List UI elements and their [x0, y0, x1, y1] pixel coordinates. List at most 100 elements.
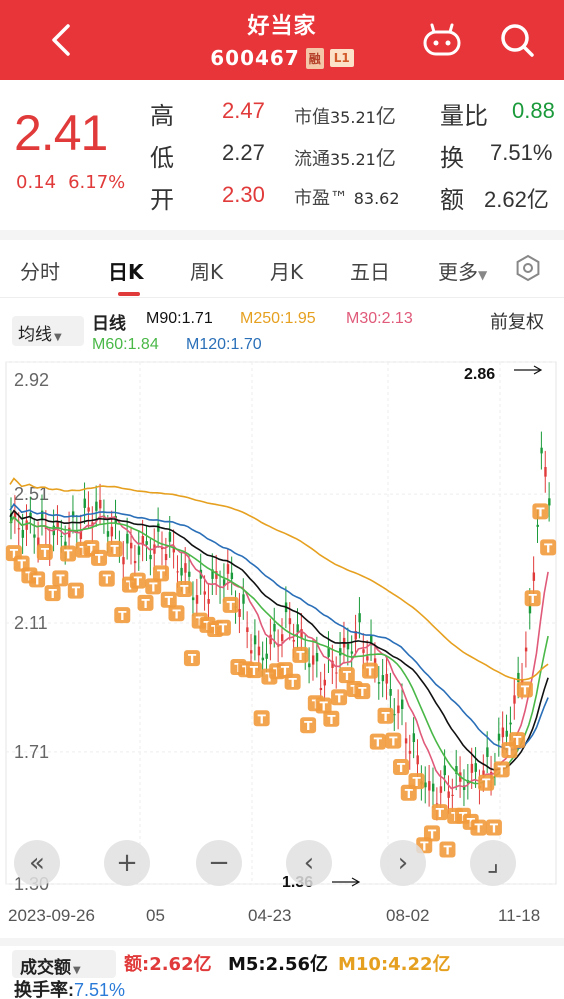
candle-body [126, 533, 129, 544]
volume-indicator-selector[interactable]: 成交额 ▼ [12, 950, 116, 978]
x-tick-3: 04-23 [248, 906, 292, 925]
low-label: 低 [150, 144, 174, 172]
candle-body [308, 663, 311, 668]
candle-body [277, 645, 280, 647]
candle-body [358, 613, 361, 623]
kline-chart[interactable]: 2.922.512.111.711.30TTTTTTTTTTTTTTTTTTTT… [0, 356, 564, 896]
candle-body [203, 591, 206, 595]
zoom-out-far-button[interactable]: « [14, 840, 60, 886]
ma-selector[interactable]: 均线 ▼ [12, 316, 84, 346]
candle-body [273, 623, 276, 632]
search-icon[interactable] [497, 20, 537, 60]
candle-body [87, 507, 90, 512]
tab-more[interactable]: 更多▼ [438, 256, 487, 285]
ma90-value: M90:1.71 [146, 310, 213, 327]
tab-monthly-k[interactable]: 月K [270, 256, 303, 285]
trade-t-label: T [296, 649, 305, 663]
trade-t-label: T [482, 777, 491, 791]
candle-body [447, 791, 450, 798]
candle-body [60, 535, 63, 537]
candle-body [17, 528, 21, 530]
candle-body [428, 781, 431, 791]
candle-body [474, 763, 477, 772]
trade-t-label: T [544, 541, 553, 555]
section-divider [0, 230, 564, 240]
settings-hexagon-icon[interactable] [514, 254, 542, 282]
pan-right-button[interactable]: › [380, 840, 426, 886]
max-price-label: 2.86 [464, 366, 495, 383]
candle-body [532, 572, 536, 581]
tab-daily-k[interactable]: 日K [108, 256, 144, 285]
x-tick-1: 2023-09-26 [8, 906, 95, 925]
ma30-value: M30:2.13 [346, 310, 413, 327]
candle-body [424, 782, 427, 788]
y-tick-label: 2.92 [14, 370, 49, 390]
tab-weekly-k[interactable]: 周K [190, 256, 223, 285]
margin-badge: 融 [305, 47, 324, 69]
ma60-value: M60:1.84 [92, 336, 159, 353]
candle-body [408, 750, 412, 754]
change-percent: 6.17% [68, 172, 126, 193]
candle-body [176, 571, 179, 573]
candle-body [226, 564, 230, 574]
trade-t-label: T [111, 543, 120, 557]
candle-body [168, 532, 172, 542]
candle-body [315, 652, 319, 662]
candle-body [431, 783, 435, 792]
candle-body [106, 531, 110, 537]
candle-body [246, 627, 249, 633]
fullscreen-button[interactable]: ⌟ [470, 840, 516, 886]
tab-five-day[interactable]: 五日 [350, 256, 390, 285]
adjust-mode-button[interactable]: 前复权 [490, 308, 544, 334]
ma250-value: M250:1.95 [240, 310, 316, 327]
stock-code: 600467 [210, 46, 300, 70]
candle-body [33, 534, 36, 538]
candle-body [191, 597, 195, 601]
tab-intraday[interactable]: 分时 [20, 256, 60, 285]
trade-t-label: T [142, 597, 151, 611]
open-label: 开 [150, 186, 174, 214]
trade-t-label: T [382, 710, 391, 724]
candle-body [238, 609, 241, 617]
zoom-out-button[interactable]: − [196, 840, 242, 886]
candle-body [486, 747, 489, 757]
stock-code-line: 600467 融 L1 [0, 46, 564, 70]
candle-body [122, 557, 125, 565]
chevron-down-icon: ▼ [478, 268, 488, 282]
market-cap: 市值35.21亿 [294, 104, 396, 128]
zoom-in-button[interactable]: + [104, 840, 150, 886]
candle-body [145, 541, 148, 545]
trade-t-label: T [358, 685, 367, 699]
trade-t-label: T [521, 683, 530, 697]
candle-body [180, 567, 183, 576]
candle-body [250, 650, 253, 654]
trade-t-label: T [250, 664, 259, 678]
trade-t-label: T [33, 573, 42, 587]
robot-assistant-icon[interactable] [420, 22, 464, 58]
candle-body [362, 649, 365, 653]
trade-t-label: T [64, 548, 73, 562]
quote-panel: 2.41 0.14 6.17% 高 2.47 低 2.27 开 2.30 市值3… [0, 80, 564, 230]
period-tabs: 分时 日K 周K 月K 五日 更多▼ [0, 240, 564, 298]
candle-body [404, 738, 408, 744]
chevron-down-icon: ▼ [54, 332, 62, 343]
trade-t-label: T [289, 676, 298, 690]
trade-t-label: T [490, 821, 499, 835]
candle-body [281, 634, 284, 642]
pan-left-button[interactable]: ‹ [286, 840, 332, 886]
trade-t-label: T [41, 546, 50, 560]
trade-t-label: T [180, 583, 189, 597]
trade-t-label: T [529, 592, 538, 606]
trade-t-label: T [428, 827, 437, 841]
trade-t-label: T [304, 719, 313, 733]
high-value: 2.47 [222, 98, 265, 123]
candle-body [184, 563, 187, 573]
candle-body [536, 524, 539, 527]
candle-body [397, 705, 400, 714]
trade-t-label: T [172, 607, 181, 621]
trade-t-label: T [188, 652, 197, 666]
candle-body [509, 722, 512, 725]
trade-t-label: T [498, 763, 507, 777]
trade-t-label: T [389, 735, 398, 749]
candle-body [544, 467, 547, 477]
